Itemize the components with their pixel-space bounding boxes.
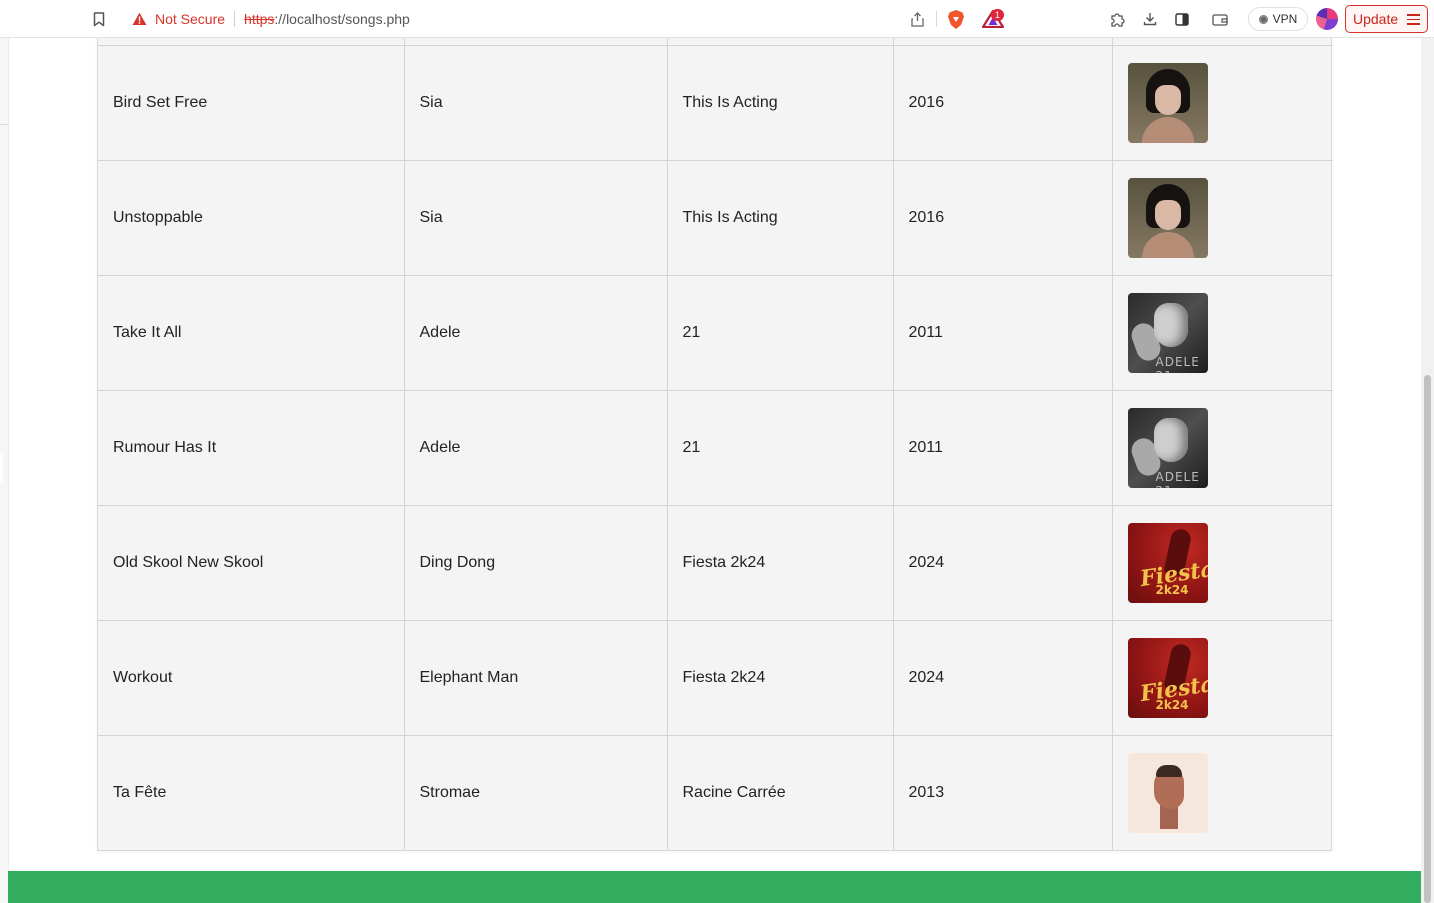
song-album: Fiesta 2k24	[666, 620, 894, 736]
url-scheme: https	[244, 11, 275, 27]
cover-cell	[1111, 735, 1333, 850]
songs-table: Bird Set Free Sia This Is Acting 2016 Un…	[98, 38, 1333, 850]
album-cover-image	[1127, 753, 1208, 833]
album-cover-image	[1127, 63, 1208, 143]
album-cover-image: Fiesta 2k24	[1127, 523, 1208, 603]
rewards-badge: 1	[991, 9, 1004, 21]
table-row: Rumour Has It Adele 21 2011 ADELE 21	[98, 390, 1333, 506]
table-row: Ta Fête Stromae Racine Carrée 2013	[98, 735, 1333, 850]
vpn-button[interactable]: VPN	[1248, 7, 1308, 31]
song-title: Unstoppable	[98, 160, 405, 276]
url-divider	[234, 11, 236, 27]
album-cover-image: ADELE 21	[1127, 293, 1208, 373]
url-text: ://localhost/songs.php	[274, 11, 410, 27]
brave-shields-icon[interactable]	[945, 7, 967, 31]
song-artist: Stromae	[403, 735, 668, 850]
sidebar-toggle-icon[interactable]	[1172, 9, 1192, 29]
toolbar-divider	[936, 11, 937, 27]
cover-cell: ADELE 21	[1111, 275, 1333, 391]
album-cover-image	[1127, 178, 1208, 258]
table-row: Workout Elephant Man Fiesta 2k24 2024 Fi…	[98, 620, 1333, 736]
song-album: Fiesta 2k24	[666, 505, 894, 621]
song-title: Old Skool New Skool	[98, 505, 405, 621]
song-artist: Adele	[403, 275, 668, 391]
song-artist: Sia	[403, 160, 668, 276]
song-title: Workout	[98, 620, 405, 736]
song-album: 21	[666, 390, 894, 506]
song-year: 2013	[892, 735, 1113, 850]
cover-subtext: 2k24	[1155, 583, 1189, 597]
song-artist: Adele	[403, 390, 668, 506]
song-year: 2024	[892, 620, 1113, 736]
page-scrollbar[interactable]	[1421, 38, 1434, 903]
cover-cell: Fiesta 2k24	[1111, 505, 1333, 621]
song-title: Rumour Has It	[98, 390, 405, 506]
table-row-partial	[98, 38, 1333, 46]
song-year: 2011	[892, 275, 1113, 391]
song-album: This Is Acting	[666, 160, 894, 276]
table-row: Bird Set Free Sia This Is Acting 2016	[98, 45, 1333, 161]
song-year: 2024	[892, 505, 1113, 621]
table-row: Old Skool New Skool Ding Dong Fiesta 2k2…	[98, 505, 1333, 621]
bookmark-icon[interactable]	[89, 9, 109, 29]
song-year: 2016	[892, 160, 1113, 276]
scrollbar-thumb[interactable]	[1424, 375, 1431, 903]
browser-toolbar: Not Secure https ://localhost/songs.php …	[0, 0, 1434, 38]
song-album: Racine Carrée	[666, 735, 894, 850]
download-icon[interactable]	[1140, 9, 1160, 29]
song-year: 2011	[892, 390, 1113, 506]
song-title: Take It All	[98, 275, 405, 391]
update-label: Update	[1353, 11, 1399, 27]
song-title: Ta Fête	[98, 735, 405, 850]
page-content: Bird Set Free Sia This Is Acting 2016 Un…	[0, 38, 1421, 903]
update-button[interactable]: Update	[1345, 5, 1428, 33]
cover-subtext: 2k24	[1155, 698, 1189, 712]
profile-avatar[interactable]	[1316, 8, 1338, 30]
wallet-icon[interactable]	[1209, 9, 1231, 29]
cover-cell	[1111, 160, 1333, 276]
vpn-label: VPN	[1272, 12, 1298, 26]
album-cover-image: ADELE 21	[1127, 408, 1208, 488]
share-icon[interactable]	[906, 9, 928, 29]
song-artist: Elephant Man	[403, 620, 668, 736]
address-bar[interactable]: Not Secure https ://localhost/songs.php	[122, 5, 940, 33]
security-status[interactable]: Not Secure	[155, 11, 225, 27]
cover-text: ADELE 21	[1155, 470, 1200, 488]
page-footer	[8, 871, 1421, 903]
left-edge-divider	[0, 124, 8, 125]
table-row: Unstoppable Sia This Is Acting 2016	[98, 160, 1333, 276]
song-year: 2016	[892, 45, 1113, 161]
left-edge-highlight	[0, 453, 3, 483]
warning-icon[interactable]	[132, 12, 147, 26]
song-artist: Ding Dong	[403, 505, 668, 621]
cover-cell	[1111, 45, 1333, 161]
cover-cell: Fiesta 2k24	[1111, 620, 1333, 736]
songs-table-container: Bird Set Free Sia This Is Acting 2016 Un…	[97, 38, 1333, 851]
song-album: 21	[666, 275, 894, 391]
song-album: This Is Acting	[666, 45, 894, 161]
vpn-status-icon	[1258, 14, 1268, 24]
hamburger-menu-icon[interactable]	[1407, 14, 1420, 25]
album-cover-image: Fiesta 2k24	[1127, 638, 1208, 718]
extensions-icon[interactable]	[1107, 9, 1127, 29]
cover-text: ADELE 21	[1155, 355, 1200, 373]
song-title: Bird Set Free	[98, 45, 405, 161]
cover-cell: ADELE 21	[1111, 390, 1333, 506]
table-row: Take It All Adele 21 2011 ADELE 21	[98, 275, 1333, 391]
song-artist: Sia	[403, 45, 668, 161]
